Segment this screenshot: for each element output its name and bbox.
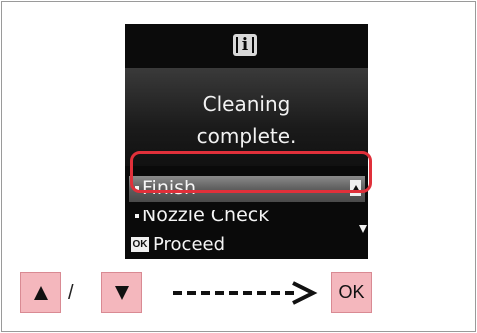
up-arrow-key[interactable] — [20, 272, 61, 313]
instruction-panel: i Cleaning complete. Finish Nozzle Check… — [1, 1, 476, 332]
ok-key[interactable]: OK — [331, 272, 372, 313]
proceed-label: Proceed — [153, 234, 226, 255]
selection-highlight — [130, 151, 372, 193]
menu-item-label: Nozzle Check — [142, 210, 270, 226]
down-arrow-icon — [114, 285, 129, 300]
key-separator: / — [68, 282, 74, 304]
ok-badge-icon: OK — [131, 237, 149, 252]
ok-key-label: OK — [338, 282, 365, 302]
information-icon: i — [233, 34, 257, 56]
menu-item-nozzle-check[interactable]: Nozzle Check — [129, 210, 365, 230]
message-line-2: complete. — [196, 124, 297, 148]
dashed-arrow-icon — [173, 281, 318, 305]
scroll-down-icon — [359, 225, 367, 233]
down-arrow-key[interactable] — [101, 272, 142, 313]
up-arrow-icon — [33, 285, 48, 300]
printer-lcd-screen: i Cleaning complete. Finish Nozzle Check… — [125, 24, 368, 259]
bullet-icon — [135, 214, 139, 218]
lcd-header: i — [125, 24, 368, 68]
message-line-1: Cleaning — [202, 92, 291, 116]
